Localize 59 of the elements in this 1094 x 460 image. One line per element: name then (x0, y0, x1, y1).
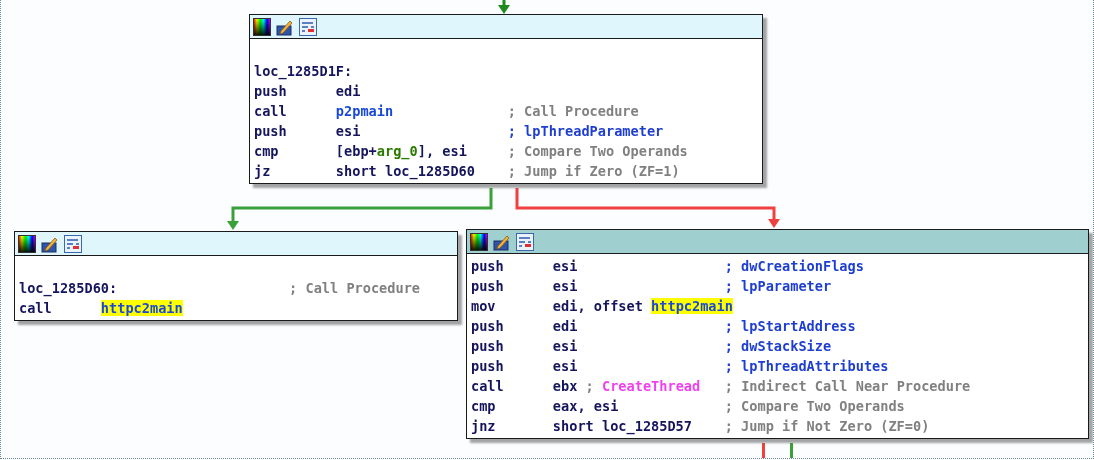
comment: ; dwCreationFlags (724, 258, 864, 274)
palette-icon[interactable] (18, 234, 36, 253)
graph-icon[interactable] (64, 234, 82, 253)
comment: ; Compare Two Operands (724, 398, 905, 414)
mnemonic: jz (254, 163, 271, 179)
operand[interactable]: [ebp+ (335, 143, 377, 159)
palette-icon[interactable] (253, 17, 271, 36)
comment: ; lpThreadParameter (507, 123, 664, 139)
code-label[interactable]: loc_1285D60: (19, 280, 118, 296)
operand[interactable]: ], (417, 143, 435, 159)
comment: ; Call Procedure (289, 280, 421, 296)
mnemonic: jnz (471, 418, 496, 434)
operand[interactable]: ; (585, 378, 594, 394)
mnemonic: push (471, 278, 504, 294)
code-block[interactable]: loc_1285D60: ; Call Procedure call httpc2main (14, 231, 458, 321)
operand[interactable]: esi (552, 278, 578, 294)
comment: ; dwStackSize (724, 338, 832, 354)
operand[interactable]: eax, esi (552, 398, 619, 414)
comment: ; lpParameter (724, 278, 832, 294)
operand[interactable]: edi (335, 83, 361, 99)
comment: ; Jump if Zero (ZF=1) (507, 163, 680, 179)
comment: ; Call Procedure (507, 103, 639, 119)
operand[interactable]: edi (552, 318, 578, 334)
comment: ; Jump if Not Zero (ZF=0) (724, 418, 930, 434)
comment: ; Compare Two Operands (507, 143, 688, 159)
code-block[interactable]: loc_1285D1F: push edi call p2pmain ; Call Procedure push esi ; lpThreadParameter cmp [ebp+arg_0], esi ; Compare Two Operands jz short loc_1285D60 ; Jump if Zero (ZF=1) (249, 14, 763, 184)
mnemonic: call (254, 103, 287, 119)
graph-icon[interactable] (516, 232, 534, 251)
operand[interactable]: short loc_1285D60 (335, 163, 475, 179)
operand[interactable]: edi, offset (552, 298, 643, 314)
operand[interactable]: esi (552, 358, 578, 374)
operand[interactable]: p2pmain (335, 103, 394, 119)
mnemonic: push (471, 318, 504, 334)
mnemonic: push (471, 358, 504, 374)
code-label[interactable]: loc_1285D1F: (254, 63, 353, 79)
graph-icon[interactable] (299, 17, 317, 36)
mnemonic: cmp (471, 398, 496, 414)
comment: ; lpThreadAttributes (724, 358, 889, 374)
mnemonic: push (471, 258, 504, 274)
operand[interactable]: esi (335, 123, 361, 139)
operand[interactable]: ebx (552, 378, 578, 394)
mnemonic: call (471, 378, 504, 394)
operand[interactable]: esi (552, 338, 578, 354)
comment: ; lpStartAddress (724, 318, 856, 334)
palette-icon[interactable] (470, 232, 488, 251)
operand[interactable]: httpc2main (651, 298, 733, 314)
operand[interactable]: short loc_1285D57 (552, 418, 692, 434)
mnemonic: cmp (254, 143, 279, 159)
mnemonic: call (19, 300, 52, 316)
mnemonic: push (254, 83, 287, 99)
operand[interactable]: arg_0 (376, 143, 418, 159)
operand[interactable]: httpc2main (100, 300, 183, 316)
mnemonic: push (254, 123, 287, 139)
mnemonic: mov (471, 298, 496, 314)
operand[interactable]: esi (442, 143, 467, 159)
code-block[interactable] (466, 229, 1089, 439)
comment: ; Indirect Call Near Procedure (724, 378, 971, 394)
mnemonic: push (471, 338, 504, 354)
operand[interactable]: esi (552, 258, 578, 274)
